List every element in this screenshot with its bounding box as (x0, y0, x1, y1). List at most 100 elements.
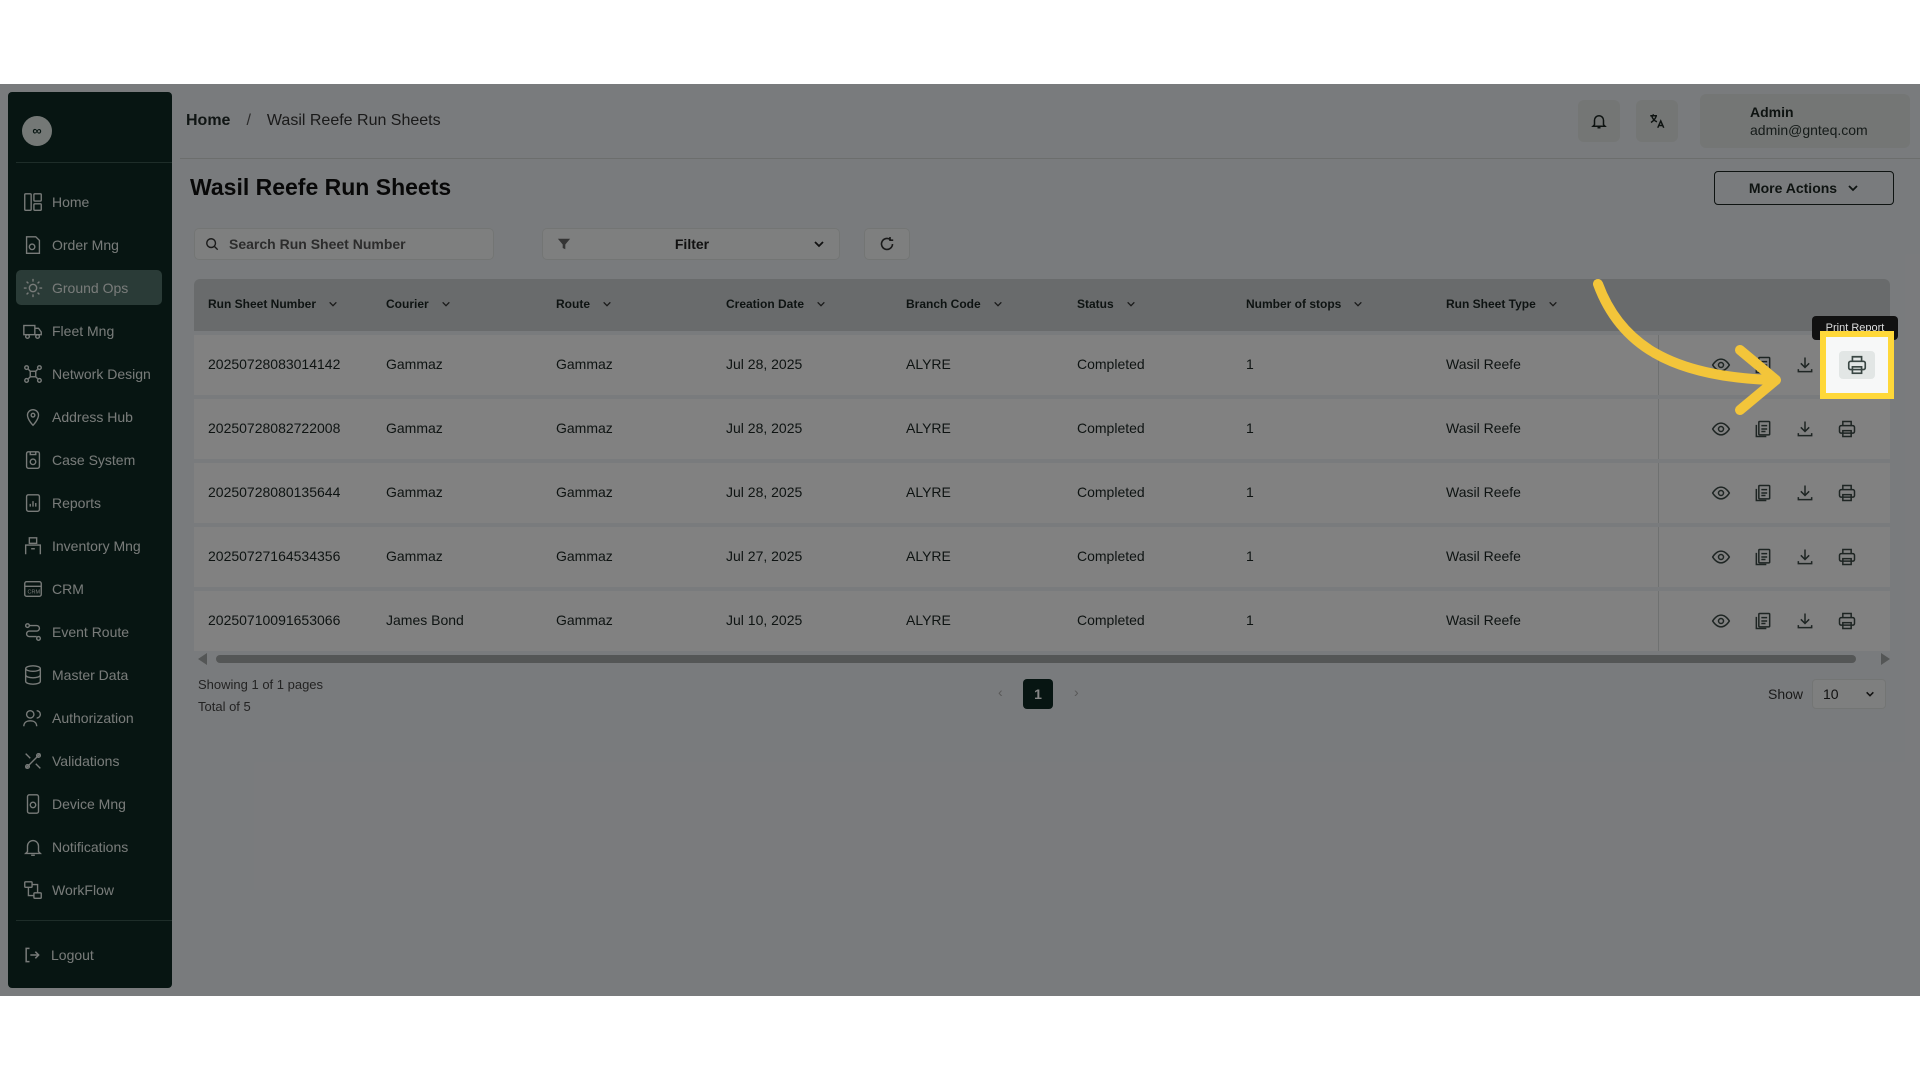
sidebar-item-label: Device Mng (52, 795, 126, 812)
column-header[interactable]: Branch Code (906, 297, 1003, 311)
download-icon[interactable] (1795, 483, 1815, 503)
breadcrumb-home[interactable]: Home (186, 112, 230, 130)
sidebar-item-notifications[interactable]: Notifications (16, 829, 162, 864)
column-header[interactable]: Creation Date (726, 297, 826, 311)
table-cell: Jul 28, 2025 (726, 356, 803, 372)
sort-chevron-icon[interactable] (816, 299, 826, 309)
column-header[interactable]: Run Sheet Type (1446, 297, 1558, 311)
sidebar-item-event-route[interactable]: Event Route (16, 614, 162, 649)
table-cell: 20250728082722008 (208, 420, 341, 436)
table-cell: ALYRE (906, 548, 951, 564)
horizontal-scrollbar[interactable] (194, 652, 1890, 666)
sidebar-item-master-data[interactable]: Master Data (16, 657, 162, 692)
refresh-icon (880, 237, 894, 251)
table-row[interactable]: 20250727164534356 Gammaz Gammaz Jul 27, 202… (194, 527, 1890, 587)
download-icon[interactable] (1795, 419, 1815, 439)
sidebar-divider (16, 162, 172, 163)
next-page-button[interactable]: › (1074, 684, 1079, 700)
document-icon[interactable] (1753, 419, 1773, 439)
row-actions (1658, 463, 1890, 523)
search-box (194, 228, 494, 260)
printer-icon[interactable] (1837, 611, 1857, 631)
table-row[interactable]: 20250728080135644 Gammaz Gammaz Jul 28, 202… (194, 463, 1890, 523)
sidebar-item-validations[interactable]: Validations (16, 743, 162, 778)
column-header[interactable]: Status (1077, 297, 1136, 311)
table-cell: ALYRE (906, 484, 951, 500)
sidebar-item-device-mng[interactable]: Device Mng (16, 786, 162, 821)
highlighted-print-button[interactable] (1820, 331, 1894, 399)
ground-ops-icon (23, 278, 43, 297)
table-cell: Completed (1077, 548, 1145, 564)
sidebar-item-address-hub[interactable]: Address Hub (16, 399, 162, 434)
document-icon[interactable] (1753, 611, 1773, 631)
sidebar-item-label: Master Data (52, 666, 129, 683)
sort-chevron-icon[interactable] (328, 299, 338, 309)
sort-chevron-icon[interactable] (993, 299, 1003, 309)
sidebar-item-label: Event Route (52, 623, 130, 640)
translate-icon (1650, 114, 1665, 129)
download-icon[interactable] (1795, 611, 1815, 631)
prev-page-button[interactable]: ‹ (998, 684, 1003, 700)
logout-button[interactable]: Logout (22, 940, 94, 970)
scroll-left-icon[interactable] (198, 653, 208, 665)
filter-dropdown[interactable]: Filter (542, 228, 840, 260)
sidebar-item-order-mng[interactable]: Order Mng (16, 227, 162, 262)
sidebar-item-home[interactable]: Home (16, 184, 162, 219)
table-cell: 20250728083014142 (208, 356, 341, 372)
column-header[interactable]: Run Sheet Number (208, 297, 338, 311)
page-number-button[interactable]: 1 (1023, 679, 1053, 709)
table-cell: ALYRE (906, 612, 951, 628)
document-icon[interactable] (1753, 547, 1773, 567)
sidebar-item-case-system[interactable]: Case System (16, 442, 162, 477)
page-size-select[interactable]: 10 (1812, 679, 1886, 709)
column-header[interactable]: Route (556, 297, 612, 311)
more-actions-button[interactable]: More Actions (1714, 171, 1894, 205)
table-cell: Jul 27, 2025 (726, 548, 803, 564)
sidebar-item-crm[interactable]: CRM CRM (16, 571, 162, 606)
sidebar-item-inventory-mng[interactable]: Inventory Mng (16, 528, 162, 563)
sidebar-item-reports[interactable]: Reports (16, 485, 162, 520)
app-logo[interactable]: ∞ (22, 116, 52, 146)
sort-chevron-icon[interactable] (1126, 299, 1136, 309)
column-header[interactable]: Courier (386, 297, 451, 311)
sidebar-item-label: Reports (52, 494, 102, 511)
view-icon[interactable] (1711, 483, 1731, 503)
scroll-right-icon[interactable] (1880, 653, 1890, 665)
view-icon[interactable] (1711, 611, 1731, 631)
app-window: ∞ Home Order Mng Ground Ops Fleet Mng Networ… (0, 84, 1920, 996)
sidebar-item-network-design[interactable]: Network Design (16, 356, 162, 391)
sidebar-item-label: Address Hub (52, 408, 133, 425)
refresh-button[interactable] (864, 228, 910, 260)
column-header[interactable]: Number of stops (1246, 297, 1363, 311)
crm-icon: CRM (24, 580, 42, 597)
sidebar-item-authorization[interactable]: Authorization (16, 700, 162, 735)
sidebar-item-ground-ops[interactable]: Ground Ops (16, 270, 162, 305)
table-cell: Gammaz (556, 484, 613, 500)
document-icon[interactable] (1753, 483, 1773, 503)
sidebar-item-label: Network Design (52, 365, 151, 382)
language-button[interactable] (1636, 100, 1678, 142)
scrollbar-thumb[interactable] (216, 655, 1856, 663)
chevron-down-icon (1848, 185, 1858, 192)
sidebar-divider (16, 920, 172, 921)
table-row[interactable]: 20250710091653066 James Bond Gammaz Jul 10,… (194, 591, 1890, 651)
sidebar-item-label: Ground Ops (52, 279, 129, 296)
sidebar-item-fleet-mng[interactable]: Fleet Mng (16, 313, 162, 348)
sort-chevron-icon[interactable] (441, 299, 451, 309)
header-divider (180, 158, 1920, 159)
user-menu[interactable]: Admin admin@gnteq.com (1700, 94, 1910, 148)
printer-icon[interactable] (1837, 419, 1857, 439)
notifications-button[interactable] (1578, 100, 1620, 142)
table-cell: Completed (1077, 484, 1145, 500)
search-input[interactable] (229, 236, 479, 252)
sort-chevron-icon[interactable] (1548, 299, 1558, 309)
printer-icon[interactable] (1837, 483, 1857, 503)
sort-chevron-icon[interactable] (1353, 299, 1363, 309)
view-icon[interactable] (1711, 547, 1731, 567)
download-icon[interactable] (1795, 547, 1815, 567)
annotation-arrow (1593, 279, 1781, 415)
sort-chevron-icon[interactable] (602, 299, 612, 309)
view-icon[interactable] (1711, 419, 1731, 439)
printer-icon[interactable] (1837, 547, 1857, 567)
sidebar-item-workflow[interactable]: WorkFlow (16, 872, 162, 907)
